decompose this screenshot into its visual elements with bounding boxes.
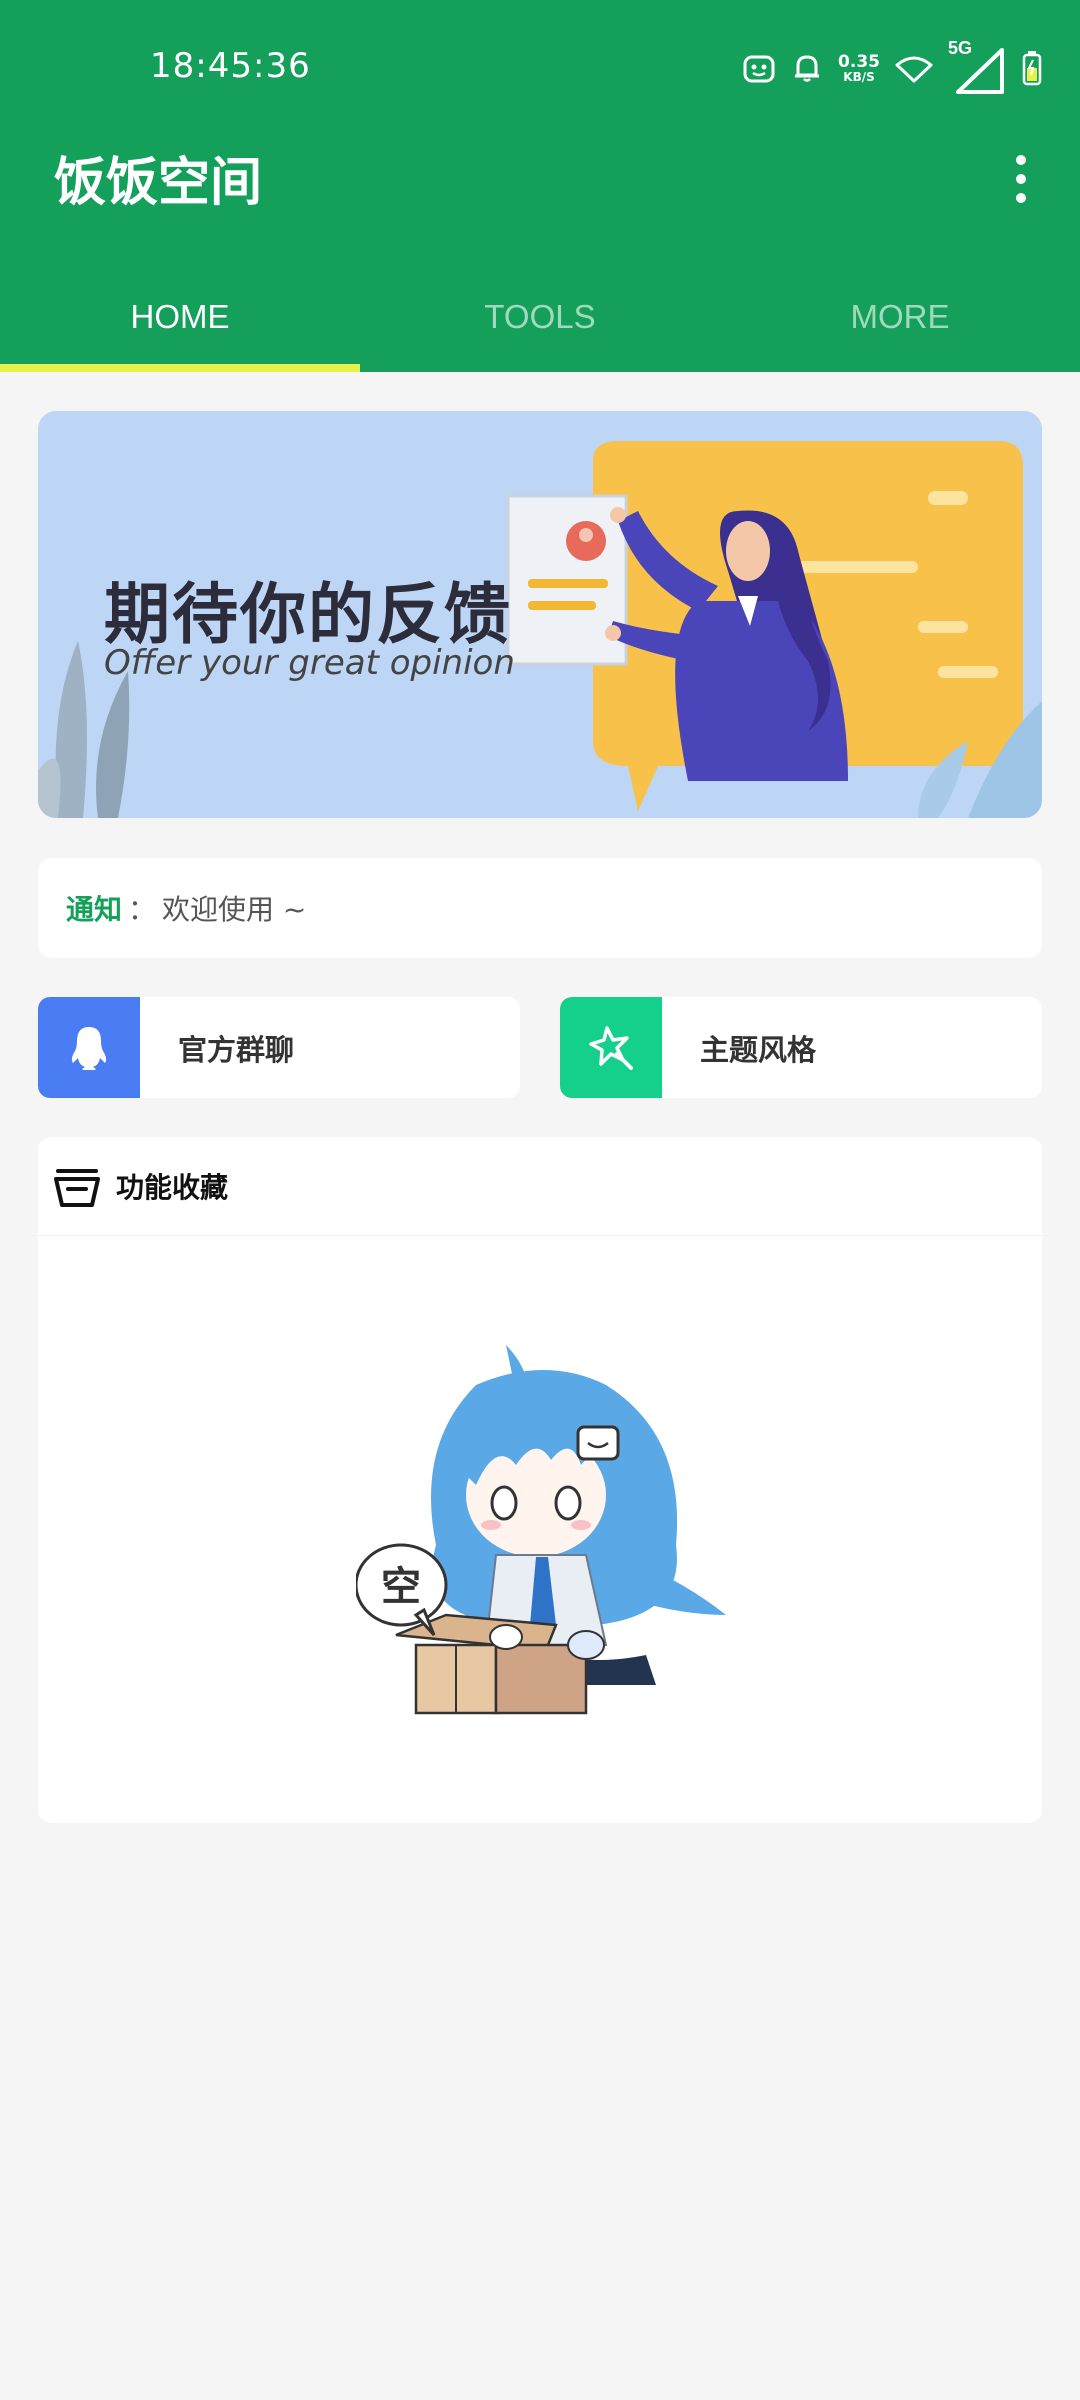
notice-label: 通知 [66,893,123,926]
banner-subtitle: Offer your great opinion [104,643,515,683]
app-notification-icon [743,55,775,83]
tab-tools[interactable]: TOOLS [360,262,720,372]
status-icons: 0.35 KB/S 5G [742,38,1042,96]
app-bar: 18:45:36 0.35 KB/S 5G 饭饭空间 HOME TOOLS MO… [0,0,1080,372]
network-speed-unit: KB/S [843,69,875,84]
cellular-signal: 5G [948,38,1008,96]
basket-icon [54,1169,100,1207]
status-bar: 18:45:36 0.35 KB/S 5G [0,0,1080,140]
magic-wand-icon [560,997,662,1098]
feedback-banner[interactable]: 期待你的反馈 Offer your great opinion [38,411,1042,818]
empty-illustration: 空 [356,1345,726,1715]
status-time: 18:45:36 [150,46,311,86]
official-group-button[interactable]: 官方群聊 [38,997,520,1098]
more-vert-icon[interactable] [1006,150,1036,210]
theme-style-button[interactable]: 主题风格 [560,997,1042,1098]
notice-bar: 通知 ： 欢迎使用 ~ [38,858,1042,958]
bell-muted-icon [795,55,820,82]
tab-bar: HOME TOOLS MORE [0,262,1080,372]
notice-text: 欢迎使用 ~ [162,893,307,926]
battery-icon [1022,51,1042,86]
notice-separator: ： [128,893,157,926]
wifi-icon [895,56,933,83]
favorites-header: 功能收藏 [38,1137,1042,1236]
empty-bubble-text: 空 [381,1564,421,1610]
signal-icon [956,48,1004,94]
tab-home[interactable]: HOME [0,262,360,372]
app-title: 饭饭空间 [54,153,263,213]
tab-more[interactable]: MORE [720,262,1080,372]
tab-indicator [0,364,360,372]
favorites-title: 功能收藏 [116,1171,229,1204]
favorites-card: 功能收藏 空 [38,1137,1042,1823]
official-group-label: 官方群聊 [178,1032,295,1067]
theme-style-label: 主题风格 [700,1032,817,1067]
network-speed-value: 0.35 [838,51,880,72]
qq-penguin-icon [38,997,140,1098]
network-speed: 0.35 KB/S [838,51,880,84]
